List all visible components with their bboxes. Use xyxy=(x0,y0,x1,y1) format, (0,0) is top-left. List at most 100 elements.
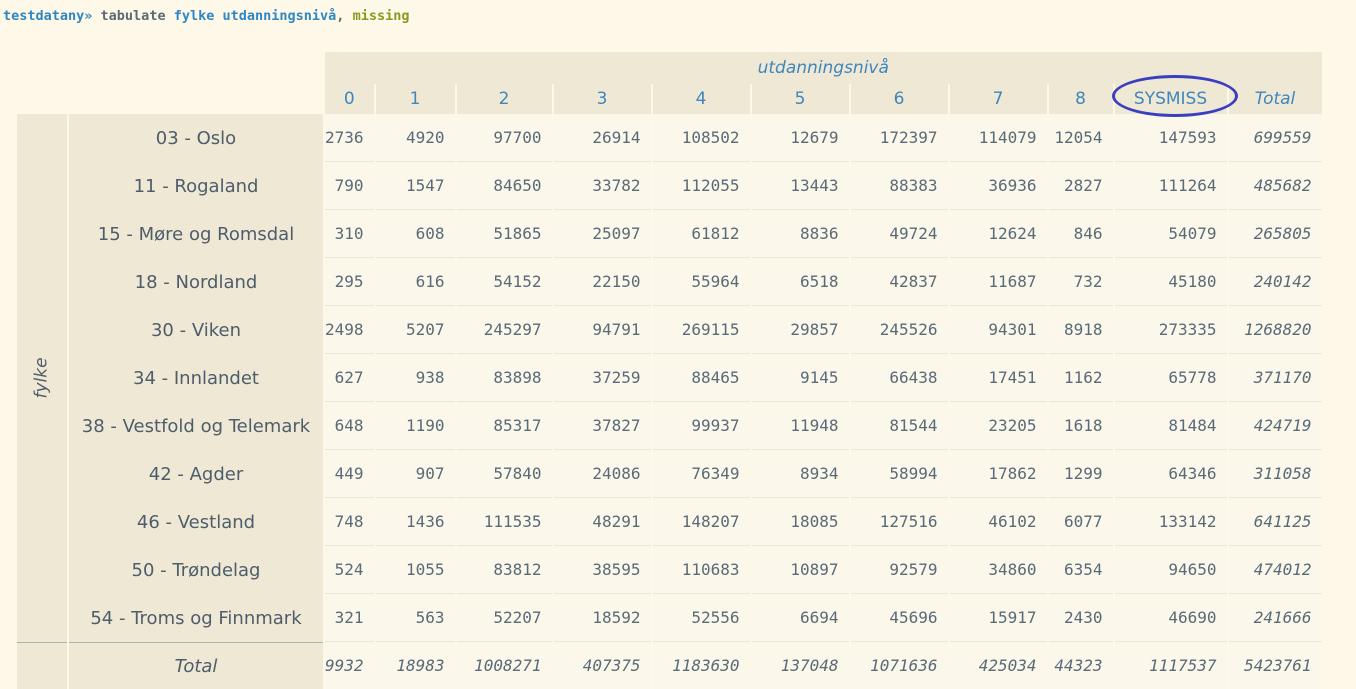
column-header: 8 xyxy=(1048,84,1113,114)
table-cell: 790 xyxy=(325,162,374,210)
row-label: 54 - Troms og Finnmark xyxy=(69,594,323,642)
row-label: 50 - Trøndelag xyxy=(69,546,323,594)
table-cell: 58994 xyxy=(850,450,948,498)
table-cell: 321 xyxy=(325,594,374,642)
table-cell: 310 xyxy=(325,210,374,258)
table-cell: 85317 xyxy=(456,402,552,450)
table-cell: 66438 xyxy=(850,354,948,402)
command-option: missing xyxy=(352,8,410,24)
table-cell: 55964 xyxy=(652,258,750,306)
column-variable-label: utdanningsnivå xyxy=(325,52,1322,84)
command-prompt: testdatany» xyxy=(3,8,93,24)
header-blank xyxy=(17,84,323,114)
table-cell: 37259 xyxy=(553,354,651,402)
column-header: 2 xyxy=(456,84,552,114)
table-cell: 18085 xyxy=(751,498,849,546)
table-cell: 2498 xyxy=(325,306,374,354)
table-cell: 61812 xyxy=(652,210,750,258)
table-cell: 88465 xyxy=(652,354,750,402)
column-header: SYSMISS xyxy=(1111,75,1238,117)
table-cell: 10897 xyxy=(751,546,849,594)
table-cell: 112055 xyxy=(652,162,750,210)
row-total-cell: 485682 xyxy=(1228,162,1322,210)
column-total-cell: 18983 xyxy=(375,642,455,689)
table-cell: 110683 xyxy=(652,546,750,594)
table-row: 50 - Trøndelag 524 1055 83812 38595 110683 108… xyxy=(17,546,1322,594)
table-cell: 732 xyxy=(1048,258,1113,306)
column-total-cell: 5423761 xyxy=(1228,642,1322,689)
command-keyword: tabulate xyxy=(100,8,166,24)
table-cell: 24086 xyxy=(553,450,651,498)
table-row: 54 - Troms og Finnmark 321 563 52207 18592 52… xyxy=(17,594,1322,642)
table-cell: 8918 xyxy=(1048,306,1113,354)
column-header: 4 xyxy=(652,84,750,114)
table-cell: 38595 xyxy=(553,546,651,594)
table-cell: 65778 xyxy=(1114,354,1227,402)
table-cell: 295 xyxy=(325,258,374,306)
row-total-cell: 240142 xyxy=(1228,258,1322,306)
table-cell: 45696 xyxy=(850,594,948,642)
column-total-cell: 44323 xyxy=(1048,642,1113,689)
table-cell: 81484 xyxy=(1114,402,1227,450)
crosstab-table: utdanningsnivå 0 1 2 3 4 5 6 7 8 SYSMISS Total fylke… xyxy=(15,52,1324,689)
table-cell: 12054 xyxy=(1048,114,1113,162)
total-row: Total 9932 18983 1008271 407375 1183630 137048… xyxy=(17,642,1322,689)
table-cell: 616 xyxy=(375,258,455,306)
table-row: 11 - Rogaland 790 1547 84650 33782 112055 1344… xyxy=(17,162,1322,210)
table-row: fylke 03 - Oslo 2736 4920 97700 26914 108502 12… xyxy=(17,114,1322,642)
column-header: 6 xyxy=(850,84,948,114)
row-total-cell: 311058 xyxy=(1228,450,1322,498)
table-cell: 36936 xyxy=(949,162,1047,210)
table-cell: 17451 xyxy=(949,354,1047,402)
table-cell: 83812 xyxy=(456,546,552,594)
column-total-cell: 407375 xyxy=(553,642,651,689)
table-cell: 627 xyxy=(325,354,374,402)
total-row-label: Total xyxy=(69,642,323,689)
table-cell: 1162 xyxy=(1048,354,1113,402)
table-cell: 608 xyxy=(375,210,455,258)
row-label: 34 - Innlandet xyxy=(69,354,323,402)
table-cell: 45180 xyxy=(1114,258,1227,306)
column-header: 0 xyxy=(325,84,374,114)
table-cell: 84650 xyxy=(456,162,552,210)
table-cell: 22150 xyxy=(553,258,651,306)
table-cell: 147593 xyxy=(1114,114,1227,162)
table-row: 34 - Innlandet 627 938 83898 37259 88465 9145 6… xyxy=(17,354,1322,402)
column-total-cell: 9932 xyxy=(325,642,374,689)
table-cell: 524 xyxy=(325,546,374,594)
table-cell: 1547 xyxy=(375,162,455,210)
table-cell: 64346 xyxy=(1114,450,1227,498)
table-cell: 6518 xyxy=(751,258,849,306)
row-variable-axis: fylke xyxy=(17,114,67,642)
row-label: 42 - Agder xyxy=(69,450,323,498)
row-label: 30 - Viken xyxy=(69,306,323,354)
table-cell: 15917 xyxy=(949,594,1047,642)
table-cell: 29857 xyxy=(751,306,849,354)
table-cell: 12679 xyxy=(751,114,849,162)
table-cell: 6077 xyxy=(1048,498,1113,546)
column-header: 3 xyxy=(553,84,651,114)
column-total-cell: 137048 xyxy=(751,642,849,689)
table-cell: 938 xyxy=(375,354,455,402)
table-cell: 97700 xyxy=(456,114,552,162)
table-cell: 52207 xyxy=(456,594,552,642)
row-total-cell: 699559 xyxy=(1228,114,1322,162)
table-cell: 127516 xyxy=(850,498,948,546)
table-cell: 81544 xyxy=(850,402,948,450)
row-label: 15 - Møre og Romsdal xyxy=(69,210,323,258)
table-cell: 563 xyxy=(375,594,455,642)
column-total-cell: 1117537 xyxy=(1114,642,1227,689)
table-cell: 37827 xyxy=(553,402,651,450)
table-cell: 907 xyxy=(375,450,455,498)
table-cell: 114079 xyxy=(949,114,1047,162)
table-cell: 26914 xyxy=(553,114,651,162)
table-cell: 1299 xyxy=(1048,450,1113,498)
table-cell: 2736 xyxy=(325,114,374,162)
table-cell: 6694 xyxy=(751,594,849,642)
sysmiss-header: SYSMISS xyxy=(1111,75,1238,117)
row-total-cell: 641125 xyxy=(1228,498,1322,546)
column-total-cell: 425034 xyxy=(949,642,1047,689)
table-cell: 748 xyxy=(325,498,374,546)
table-cell: 46690 xyxy=(1114,594,1227,642)
table-cell: 1436 xyxy=(375,498,455,546)
